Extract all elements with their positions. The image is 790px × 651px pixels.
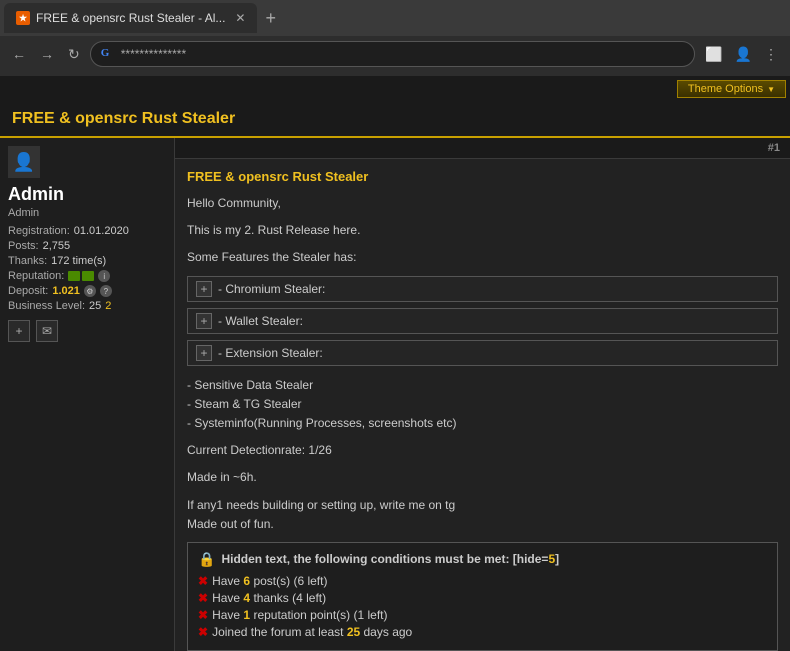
forum-header: FREE & opensrc Rust Stealer bbox=[0, 102, 790, 138]
tab-title: FREE & opensrc Rust Stealer - Al... bbox=[36, 11, 225, 25]
posts-row: Posts: 2,755 bbox=[8, 240, 166, 252]
add-action-button[interactable]: + bbox=[8, 320, 30, 342]
hidden-condition-1-4: ✖ Joined the forum at least 25 days ago bbox=[198, 625, 767, 639]
theme-options-bar: Theme Options bbox=[0, 76, 790, 102]
x-icon-1-4: ✖ bbox=[198, 625, 208, 639]
main-content: #1 FREE & opensrc Rust Stealer Hello Com… bbox=[175, 138, 790, 651]
profile-button[interactable]: 👤 bbox=[731, 44, 756, 65]
business-value: 25 bbox=[89, 300, 101, 312]
spoiler-extension-header: + - Extension Stealer: bbox=[188, 341, 777, 365]
detection-rate: Current Detectionrate: 1/26 bbox=[187, 441, 778, 460]
hidden-title-1: Hidden text, the following conditions mu… bbox=[221, 552, 559, 566]
hidden-block-1-header: 🔒 Hidden text, the following conditions … bbox=[198, 551, 767, 568]
hidden-condition-1-3: ✖ Have 1 reputation point(s) (1 left) bbox=[198, 608, 767, 622]
registration-date: 01.01.2020 bbox=[74, 225, 129, 237]
avatar: 👤 bbox=[8, 146, 40, 178]
refresh-button[interactable]: ↻ bbox=[64, 44, 84, 65]
forum-page: Theme Options FREE & opensrc Rust Steale… bbox=[0, 76, 790, 651]
spoiler-wallet-header: + - Wallet Stealer: bbox=[188, 309, 777, 333]
post-features-intro: Some Features the Stealer has: bbox=[187, 248, 778, 267]
x-icon-1-1: ✖ bbox=[198, 574, 208, 588]
forward-button[interactable]: → bbox=[36, 44, 58, 64]
thanks-label: Thanks: bbox=[8, 255, 47, 267]
hidden-condition-1-1: ✖ Have 6 post(s) (6 left) bbox=[198, 574, 767, 588]
forum-title: FREE & opensrc Rust Stealer bbox=[12, 110, 235, 127]
address-bar[interactable]: G ************** bbox=[90, 41, 695, 67]
post-note: If any1 needs building or setting up, wr… bbox=[187, 496, 778, 534]
new-tab-button[interactable]: + bbox=[257, 8, 284, 29]
user-avatar-icon: 👤 bbox=[13, 152, 35, 173]
deposit-help-icon[interactable]: ? bbox=[100, 285, 112, 297]
posts-count: 2,755 bbox=[43, 240, 71, 252]
business-label: Business Level: bbox=[8, 300, 85, 312]
post-header-bar: #1 bbox=[175, 138, 790, 159]
deposit-label: Deposit: bbox=[8, 285, 48, 297]
spoiler-wallet: + - Wallet Stealer: bbox=[187, 308, 778, 334]
reputation-icons bbox=[68, 271, 94, 281]
hidden-block-1: 🔒 Hidden text, the following conditions … bbox=[187, 542, 778, 651]
post-number: #1 bbox=[768, 142, 780, 154]
x-icon-1-3: ✖ bbox=[198, 608, 208, 622]
reputation-label: Reputation: bbox=[8, 270, 64, 282]
thanks-count: 172 time(s) bbox=[51, 255, 106, 267]
post-greeting: Hello Community, bbox=[187, 194, 778, 213]
spoiler-toggle-3[interactable]: + bbox=[196, 345, 212, 361]
business-row: Business Level: 25 2 bbox=[8, 300, 166, 312]
menu-button[interactable]: ⋮ bbox=[760, 44, 782, 65]
user-role: Admin bbox=[8, 207, 166, 219]
registration-label: Registration: bbox=[8, 225, 70, 237]
sidebar: 👤 Admin Admin Registration: 01.01.2020 P… bbox=[0, 138, 175, 651]
spoiler-chromium: + - Chromium Stealer: bbox=[187, 276, 778, 302]
post-title: FREE & opensrc Rust Stealer bbox=[187, 169, 778, 184]
thanks-row: Thanks: 172 time(s) bbox=[8, 255, 166, 267]
spoiler-label-3: - Extension Stealer: bbox=[218, 346, 323, 360]
google-icon: G bbox=[101, 47, 115, 61]
deposit-value: 1.021 bbox=[52, 285, 80, 297]
extensions-button[interactable]: ⬜ bbox=[701, 44, 726, 65]
additional-features: - Sensitive Data Stealer - Steam & TG St… bbox=[187, 376, 778, 434]
spoiler-label-1: - Chromium Stealer: bbox=[218, 282, 325, 296]
spoiler-extension: + - Extension Stealer: bbox=[187, 340, 778, 366]
hidden-lock-icon-1: 🔒 bbox=[198, 551, 215, 568]
post-intro: This is my 2. Rust Release here. bbox=[187, 221, 778, 240]
made-in: Made in ~6h. bbox=[187, 468, 778, 487]
business-link[interactable]: 2 bbox=[105, 300, 111, 312]
rep-icon-1 bbox=[68, 271, 80, 281]
spoiler-chromium-header: + - Chromium Stealer: bbox=[188, 277, 777, 301]
browser-chrome: ★ FREE & opensrc Rust Stealer - Al... ✕ … bbox=[0, 0, 790, 76]
tab-close-btn[interactable]: ✕ bbox=[235, 11, 245, 25]
theme-options-button[interactable]: Theme Options bbox=[677, 80, 786, 98]
reputation-info-icon[interactable]: i bbox=[98, 270, 110, 282]
message-action-button[interactable]: ✉ bbox=[36, 320, 58, 342]
x-icon-1-2: ✖ bbox=[198, 591, 208, 605]
browser-actions: ⬜ 👤 ⋮ bbox=[701, 44, 782, 65]
registration-row: Registration: 01.01.2020 bbox=[8, 225, 166, 237]
username: Admin bbox=[8, 184, 166, 205]
address-text: ************** bbox=[121, 47, 186, 61]
spoiler-toggle-1[interactable]: + bbox=[196, 281, 212, 297]
rep-icon-2 bbox=[82, 271, 94, 281]
spoiler-label-2: - Wallet Stealer: bbox=[218, 314, 303, 328]
tab-bar: ★ FREE & opensrc Rust Stealer - Al... ✕ … bbox=[0, 0, 790, 36]
browser-tab[interactable]: ★ FREE & opensrc Rust Stealer - Al... ✕ bbox=[4, 3, 257, 33]
reputation-row: Reputation: i bbox=[8, 270, 166, 282]
deposit-icon[interactable]: ⚙ bbox=[84, 285, 96, 297]
deposit-row: Deposit: 1.021 ⚙ ? bbox=[8, 285, 166, 297]
tab-favicon: ★ bbox=[16, 11, 30, 25]
address-bar-row: ← → ↻ G ************** ⬜ 👤 ⋮ bbox=[0, 36, 790, 72]
back-button[interactable]: ← bbox=[8, 44, 30, 64]
action-icons: + ✉ bbox=[8, 320, 166, 342]
posts-label: Posts: bbox=[8, 240, 39, 252]
spoiler-toggle-2[interactable]: + bbox=[196, 313, 212, 329]
hidden-condition-1-2: ✖ Have 4 thanks (4 left) bbox=[198, 591, 767, 605]
forum-body: 👤 Admin Admin Registration: 01.01.2020 P… bbox=[0, 138, 790, 651]
post-body: FREE & opensrc Rust Stealer Hello Commun… bbox=[175, 159, 790, 651]
